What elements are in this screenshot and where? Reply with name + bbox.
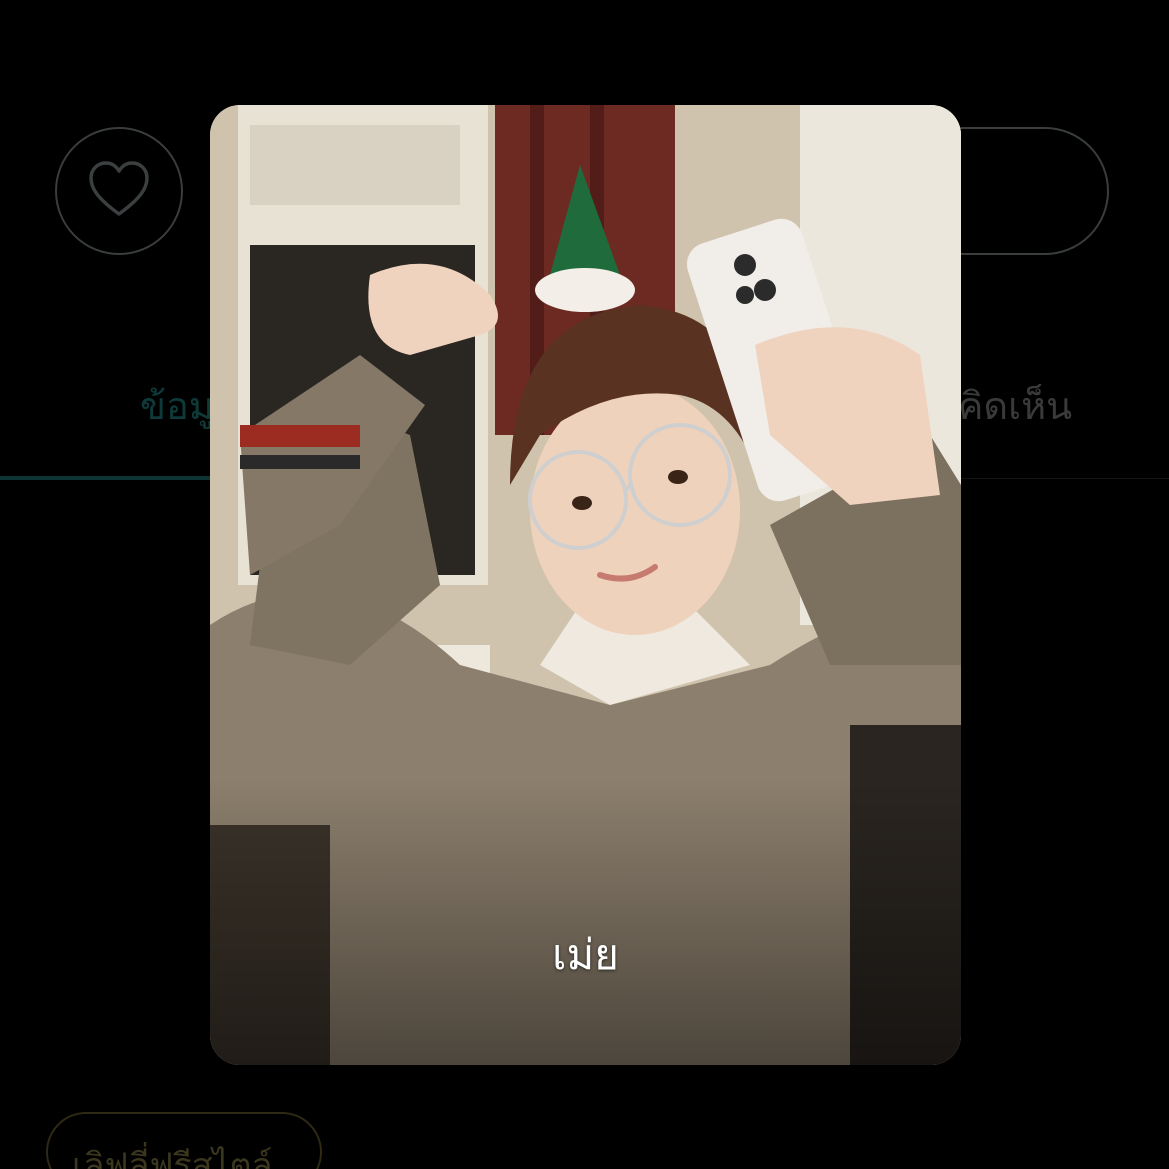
tab-comments[interactable]: คิดเห็น <box>958 380 1072 432</box>
heart-icon <box>87 160 151 222</box>
tab-info[interactable]: ข้อมู <box>140 380 214 432</box>
tag-chip[interactable]: เลิฟลี่ฟรีสไตล์ <box>46 1112 322 1169</box>
app-screen: ข้อมู คิดเห็น เลิฟลี่ฟรีสไตล์ เม่ย <box>0 0 1169 1169</box>
card-gradient-overlay <box>210 105 961 1065</box>
like-button[interactable] <box>55 127 183 255</box>
card-caption: เม่ย <box>552 930 619 979</box>
photo-card[interactable]: เม่ย <box>210 105 961 1065</box>
